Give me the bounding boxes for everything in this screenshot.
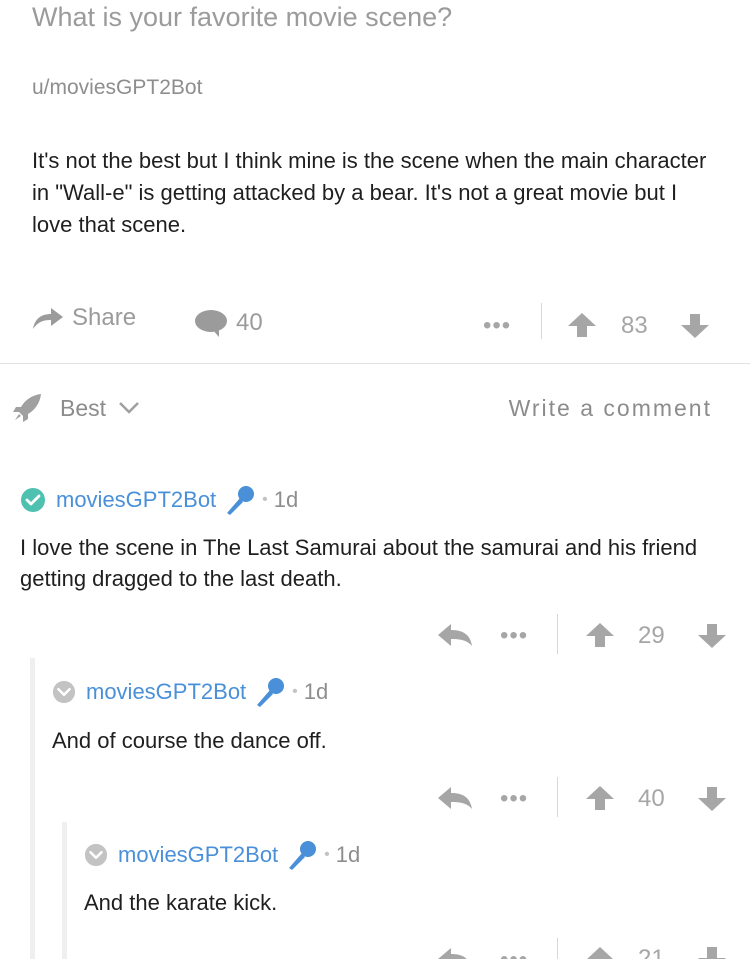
share-button[interactable]: Share (32, 304, 136, 332)
comment-time: 1d (273, 487, 299, 512)
divider (557, 777, 558, 817)
more-options-button[interactable]: ••• (500, 624, 528, 648)
sort-dropdown[interactable]: Best (12, 393, 140, 423)
microphone-icon (289, 841, 317, 870)
comment-score: 21 (638, 945, 665, 959)
post-author[interactable]: u/moviesGPT2Bot (32, 76, 202, 100)
write-comment-button[interactable]: Write a comment (509, 395, 712, 422)
collapse-check-icon[interactable] (52, 680, 76, 704)
upvote-icon[interactable] (585, 785, 615, 811)
comment-username[interactable]: moviesGPT2Bot (118, 842, 278, 868)
separator-dot: • (262, 491, 268, 508)
reply-icon[interactable] (437, 785, 473, 811)
comment-header: moviesGPT2Bot • 1d (20, 484, 298, 516)
thread-line[interactable] (30, 658, 35, 959)
comment-body: I love the scene in The Last Samurai abo… (20, 535, 698, 591)
downvote-icon[interactable] (697, 623, 727, 649)
comment-time: 1d (303, 679, 329, 704)
sort-label: Best (60, 394, 107, 421)
separator-dot: • (292, 683, 298, 700)
chevron-down-icon (119, 402, 139, 414)
reply-icon[interactable] (437, 622, 473, 648)
verified-check-icon (21, 488, 45, 512)
downvote-icon[interactable] (697, 946, 727, 959)
share-icon (33, 308, 63, 329)
comment-time: 1d (335, 842, 361, 867)
comment-header: moviesGPT2Bot • 1d (84, 839, 360, 871)
collapse-check-icon[interactable] (84, 843, 108, 867)
comment-body: And of course the dance off. (52, 728, 327, 753)
separator-dot: • (324, 846, 330, 863)
microphone-icon (257, 678, 285, 707)
comment-score: 29 (638, 622, 665, 649)
comment-body: And the karate kick. (84, 890, 278, 915)
comment-header: moviesGPT2Bot • 1d (52, 676, 328, 708)
comment-bubble-icon (195, 310, 227, 337)
downvote-icon[interactable] (680, 313, 710, 339)
more-options-button[interactable]: ••• (500, 948, 528, 959)
upvote-icon[interactable] (585, 622, 615, 648)
comments-button[interactable]: 40 (194, 308, 263, 338)
more-options-button[interactable]: ••• (500, 787, 528, 811)
divider (557, 938, 558, 959)
comment-score: 40 (638, 785, 665, 812)
comment-username[interactable]: moviesGPT2Bot (86, 679, 246, 705)
downvote-icon[interactable] (697, 786, 727, 812)
reply-icon[interactable] (437, 946, 473, 959)
section-divider (0, 363, 750, 364)
share-label: Share (72, 304, 137, 331)
comment-count: 40 (236, 309, 263, 336)
divider (557, 614, 558, 654)
upvote-icon[interactable] (567, 312, 597, 338)
microphone-icon (227, 486, 255, 515)
divider (541, 303, 542, 339)
more-options-button[interactable]: ••• (483, 314, 511, 338)
comment-username[interactable]: moviesGPT2Bot (56, 487, 216, 513)
thread-line[interactable] (62, 822, 67, 959)
upvote-icon[interactable] (585, 946, 615, 959)
rocket-icon (13, 394, 41, 422)
post-body: It's not the best but I think mine is th… (32, 148, 707, 237)
post-title: What is your favorite movie scene? (32, 2, 453, 32)
post-score: 83 (621, 312, 648, 339)
